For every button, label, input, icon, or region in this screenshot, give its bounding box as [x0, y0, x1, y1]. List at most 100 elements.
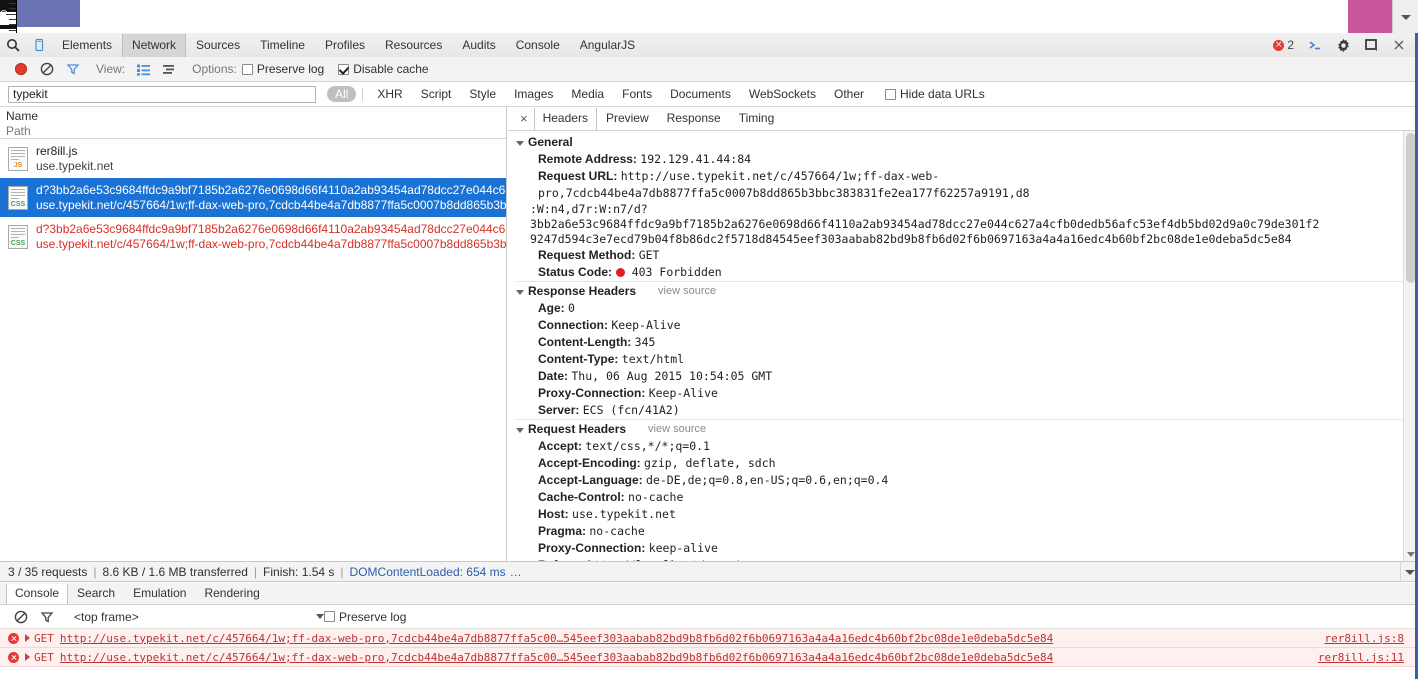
device-toolbar-icon[interactable] — [26, 34, 52, 57]
frame-selector[interactable]: <top frame> — [74, 610, 324, 624]
js-file-icon: JS — [8, 146, 28, 171]
tab-network[interactable]: Network — [122, 33, 187, 57]
console-preserve-log-checkbox[interactable]: Preserve log — [324, 610, 406, 624]
request-name: rer8ill.js — [36, 143, 78, 158]
filter-funnel-icon[interactable] — [34, 605, 60, 628]
section-title-label: Response Headers — [528, 284, 637, 298]
drawer-tab-rendering[interactable]: Rendering — [195, 584, 268, 604]
disable-cache-checkbox[interactable]: Disable cache — [338, 62, 429, 76]
list-item[interactable]: GET http://use.typekit.net/c/457664/1w;f… — [0, 648, 1418, 667]
tab-sources[interactable]: Sources — [186, 34, 250, 57]
header-name: Date: — [538, 369, 569, 383]
header-row: Proxy-Connection: Keep-Alive — [516, 385, 1404, 402]
table-row[interactable]: JS rer8ill.js use.typekit.net — [0, 139, 506, 178]
error-count-badge[interactable]: × 2 — [1273, 38, 1294, 52]
console-message-list: GET http://use.typekit.net/c/457664/1w;f… — [0, 629, 1418, 679]
table-row[interactable]: CSS d?3bb2a6e53c9684ffdc9a9bf7185b2a6276… — [0, 178, 506, 217]
close-detail-icon[interactable]: × — [514, 111, 534, 126]
filter-type-images[interactable]: Images — [506, 86, 561, 102]
filter-type-xhr[interactable]: XHR — [369, 86, 410, 102]
table-row[interactable]: CSS d?3bb2a6e53c9684ffdc9a9bf7185b2a6276… — [0, 217, 506, 256]
preserve-log-checkbox[interactable]: Preserve log — [241, 62, 325, 76]
tab-timing[interactable]: Timing — [730, 108, 784, 130]
message-source[interactable]: rer8ill.js:8 — [1325, 632, 1418, 645]
error-icon: × — [1273, 39, 1285, 51]
request-method: GET — [34, 650, 54, 664]
gear-icon[interactable] — [1330, 34, 1356, 57]
css-file-icon: CSS — [8, 224, 28, 249]
filter-separator — [362, 87, 364, 101]
message-url[interactable]: http://use.typekit.net/c/457664/1w;ff-da… — [60, 632, 1315, 645]
tab-elements[interactable]: Elements — [52, 34, 122, 57]
view-source-link[interactable]: view source — [658, 283, 716, 300]
header-name: Pragma: — [538, 524, 587, 538]
scroll-down-icon[interactable] — [1407, 552, 1415, 557]
list-view-icon[interactable] — [130, 58, 156, 81]
filter-input[interactable] — [8, 85, 316, 103]
column-header-name[interactable]: Name — [6, 109, 506, 124]
tab-timeline[interactable]: Timeline — [250, 34, 315, 57]
record-button[interactable] — [8, 58, 34, 81]
view-source-link[interactable]: view source — [648, 421, 706, 438]
request-list-header[interactable]: Name Path — [0, 107, 506, 139]
tab-headers[interactable]: Headers — [533, 107, 597, 130]
filter-type-style[interactable]: Style — [461, 86, 504, 102]
header-value: Keep-Alive — [648, 386, 718, 400]
large-rows-icon[interactable] — [156, 58, 182, 81]
header-row: Server: ECS (fcn/41A2) — [516, 402, 1404, 419]
tab-audits[interactable]: Audits — [452, 34, 505, 57]
chevron-down-icon[interactable] — [1401, 15, 1411, 20]
header-row: Content-Length: 345 — [516, 334, 1404, 351]
section-general[interactable]: General — [516, 133, 1404, 151]
header-row: Date: Thu, 06 Aug 2015 10:54:05 GMT — [516, 368, 1404, 385]
header-value: text/css,*/*;q=0.1 — [585, 439, 710, 453]
close-icon[interactable] — [1386, 34, 1412, 57]
console-drawer-icon[interactable] — [1302, 34, 1328, 57]
triangle-right-icon[interactable] — [25, 653, 30, 661]
dock-position-icon[interactable] — [1358, 34, 1384, 57]
preserve-log-label: Preserve log — [256, 62, 325, 76]
drawer-tab-emulation[interactable]: Emulation — [124, 584, 195, 604]
column-header-path[interactable]: Path — [6, 124, 506, 138]
status-error-icon — [616, 268, 626, 277]
tab-profiles[interactable]: Profiles — [315, 34, 375, 57]
message-url[interactable]: http://use.typekit.net/c/457664/1w;ff-da… — [60, 651, 1308, 664]
tab-preview[interactable]: Preview — [597, 108, 658, 130]
triangle-down-icon — [516, 141, 524, 146]
triangle-down-icon — [516, 428, 524, 433]
page-purple-block — [17, 0, 80, 27]
header-name: Accept-Encoding: — [538, 456, 641, 470]
filter-type-websockets[interactable]: WebSockets — [741, 86, 824, 102]
header-name: Proxy-Connection: — [538, 386, 646, 400]
css-file-icon: CSS — [8, 185, 28, 210]
hide-data-urls-checkbox[interactable]: Hide data URLs — [885, 87, 985, 101]
filter-type-media[interactable]: Media — [563, 86, 612, 102]
filter-funnel-icon[interactable] — [60, 58, 86, 81]
filter-type-documents[interactable]: Documents — [662, 86, 739, 102]
triangle-right-icon[interactable] — [25, 634, 30, 642]
header-row-remote-address: Remote Address: 192.129.41.44:84 — [516, 151, 1404, 168]
message-source[interactable]: rer8ill.js:11 — [1318, 651, 1418, 664]
clear-icon[interactable] — [34, 58, 60, 81]
header-row-status-code: Status Code: 403 Forbidden — [516, 264, 1404, 281]
filter-type-script[interactable]: Script — [413, 86, 460, 102]
search-icon[interactable] — [0, 34, 26, 57]
tab-console[interactable]: Console — [506, 34, 570, 57]
header-name: Request Method: — [538, 248, 636, 262]
tab-response[interactable]: Response — [658, 108, 730, 130]
page-viewport-strip: 100 — [0, 0, 1418, 34]
section-request-headers[interactable]: Request Headers view source — [516, 419, 1404, 438]
filter-type-all[interactable]: All — [327, 86, 357, 102]
header-name: Content-Length: — [538, 335, 632, 349]
page-scrollbar[interactable] — [1392, 0, 1418, 33]
filter-type-fonts[interactable]: Fonts — [614, 86, 660, 102]
filter-type-other[interactable]: Other — [826, 86, 872, 102]
tab-angularjs[interactable]: AngularJS — [570, 34, 645, 57]
tab-resources[interactable]: Resources — [375, 34, 452, 57]
request-method: GET — [34, 631, 54, 645]
clear-console-icon[interactable] — [8, 605, 34, 628]
list-item[interactable]: GET http://use.typekit.net/c/457664/1w;f… — [0, 629, 1418, 648]
section-response-headers[interactable]: Response Headers view source — [516, 281, 1404, 300]
drawer-tab-console[interactable]: Console — [6, 583, 69, 604]
drawer-tab-search[interactable]: Search — [68, 584, 124, 604]
